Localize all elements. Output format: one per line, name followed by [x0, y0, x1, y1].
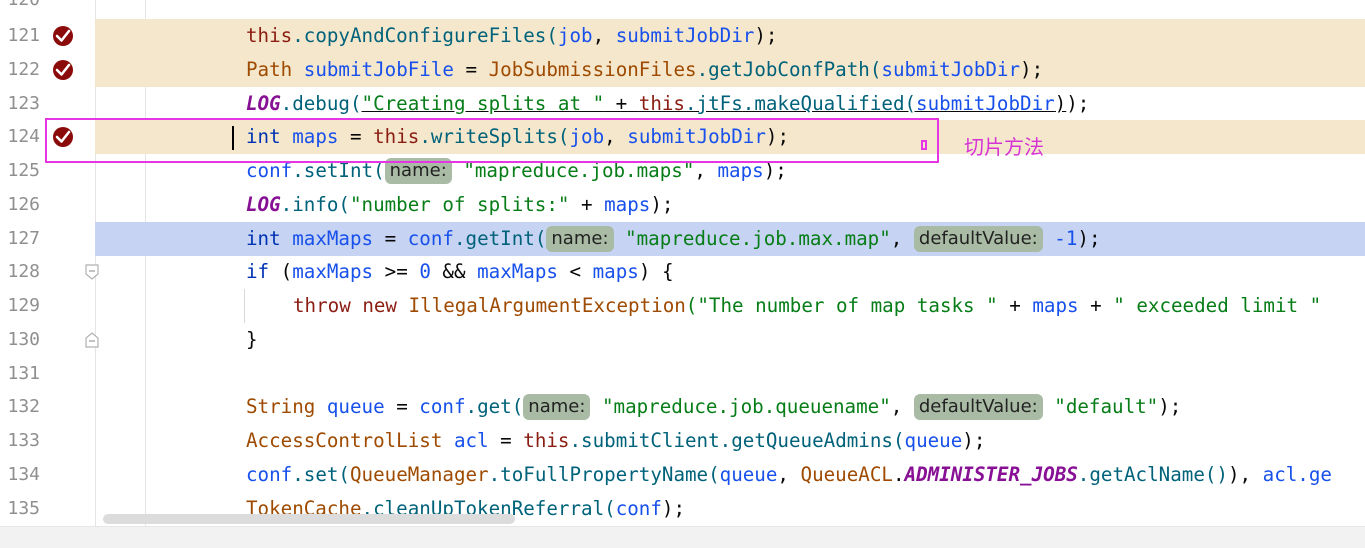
breakpoint-icon[interactable]: [52, 25, 74, 47]
code-text[interactable]: }: [246, 323, 258, 357]
annotation-label: 切片方法: [964, 135, 1044, 159]
param-hint: defaultValue:: [913, 226, 1043, 252]
line-number: 132: [7, 396, 40, 417]
code-line: 122 Path submitJobFile = JobSubmissionFi…: [0, 53, 1365, 87]
line-number: 133: [7, 430, 40, 451]
code-line: 121 this.copyAndConfigureFiles(job, subm…: [0, 19, 1365, 53]
line-number: 131: [7, 363, 40, 384]
line-number: 130: [7, 329, 40, 350]
code-text[interactable]: AccessControlList acl = this.submitClien…: [246, 424, 985, 458]
annotation-highlight-box: [45, 118, 939, 163]
line-number: 121: [7, 25, 40, 46]
line-number: 125: [7, 160, 40, 181]
line-number: 124: [7, 126, 40, 147]
code-text[interactable]: this.copyAndConfigureFiles(job, submitJo…: [246, 19, 777, 53]
indent-guide: [244, 289, 245, 323]
annotation-marker: [921, 140, 927, 150]
code-text[interactable]: String queue = conf.get(name: "mapreduce…: [246, 390, 1181, 424]
param-hint: name:: [546, 226, 614, 252]
line-number: 120: [0, 0, 40, 17]
code-line: 120: [0, 0, 1365, 17]
editor-bottom-bar: [0, 526, 1365, 548]
code-text[interactable]: conf.set(QueueManager.toFullPropertyName…: [246, 458, 1332, 492]
line-number: 126: [7, 194, 40, 215]
code-text[interactable]: int maxMaps = conf.getInt(name: "mapredu…: [246, 222, 1101, 256]
code-line: 126 LOG.info("number of splits:" + maps)…: [0, 188, 1365, 222]
code-line: 131: [0, 357, 1365, 391]
code-text[interactable]: LOG.debug("Creating splits at " + this.j…: [246, 87, 1089, 121]
breakpoint-icon[interactable]: [52, 59, 74, 81]
fold-collapse-icon[interactable]: [85, 264, 99, 280]
code-line: 134 conf.set(QueueManager.toFullProperty…: [0, 458, 1365, 492]
code-line: 129 throw new IllegalArgumentException("…: [0, 289, 1365, 323]
line-number: 134: [7, 464, 40, 485]
code-line-execution-point: 127 int maxMaps = conf.getInt(name: "map…: [0, 222, 1365, 256]
line-number: 129: [7, 295, 40, 316]
code-line: 123 LOG.debug("Creating splits at " + th…: [0, 87, 1365, 121]
code-line: 130 }: [0, 323, 1365, 357]
line-number: 122: [7, 59, 40, 80]
line-number: 127: [7, 228, 40, 249]
code-text[interactable]: Path submitJobFile = JobSubmissionFiles.…: [246, 53, 1043, 87]
code-line: 133 AccessControlList acl = this.submitC…: [0, 424, 1365, 458]
code-line: 128 if (maxMaps >= 0 && maxMaps < maps) …: [0, 255, 1365, 289]
fold-end-icon[interactable]: [85, 332, 99, 348]
code-editor[interactable]: 120 121 this.copyAndConfigureFiles(job, …: [0, 0, 1365, 548]
horizontal-scrollbar[interactable]: [103, 514, 515, 524]
param-hint: name:: [523, 394, 591, 420]
param-hint: defaultValue:: [913, 394, 1043, 420]
code-text[interactable]: LOG.info("number of splits:" + maps);: [246, 188, 673, 222]
line-number: 123: [7, 93, 40, 114]
code-text[interactable]: throw new IllegalArgumentException("The …: [293, 289, 1321, 323]
code-line: 132 String queue = conf.get(name: "mapre…: [0, 390, 1365, 424]
line-number: 135: [7, 498, 40, 519]
line-number: 128: [7, 261, 40, 282]
code-text[interactable]: if (maxMaps >= 0 && maxMaps < maps) {: [246, 255, 674, 289]
